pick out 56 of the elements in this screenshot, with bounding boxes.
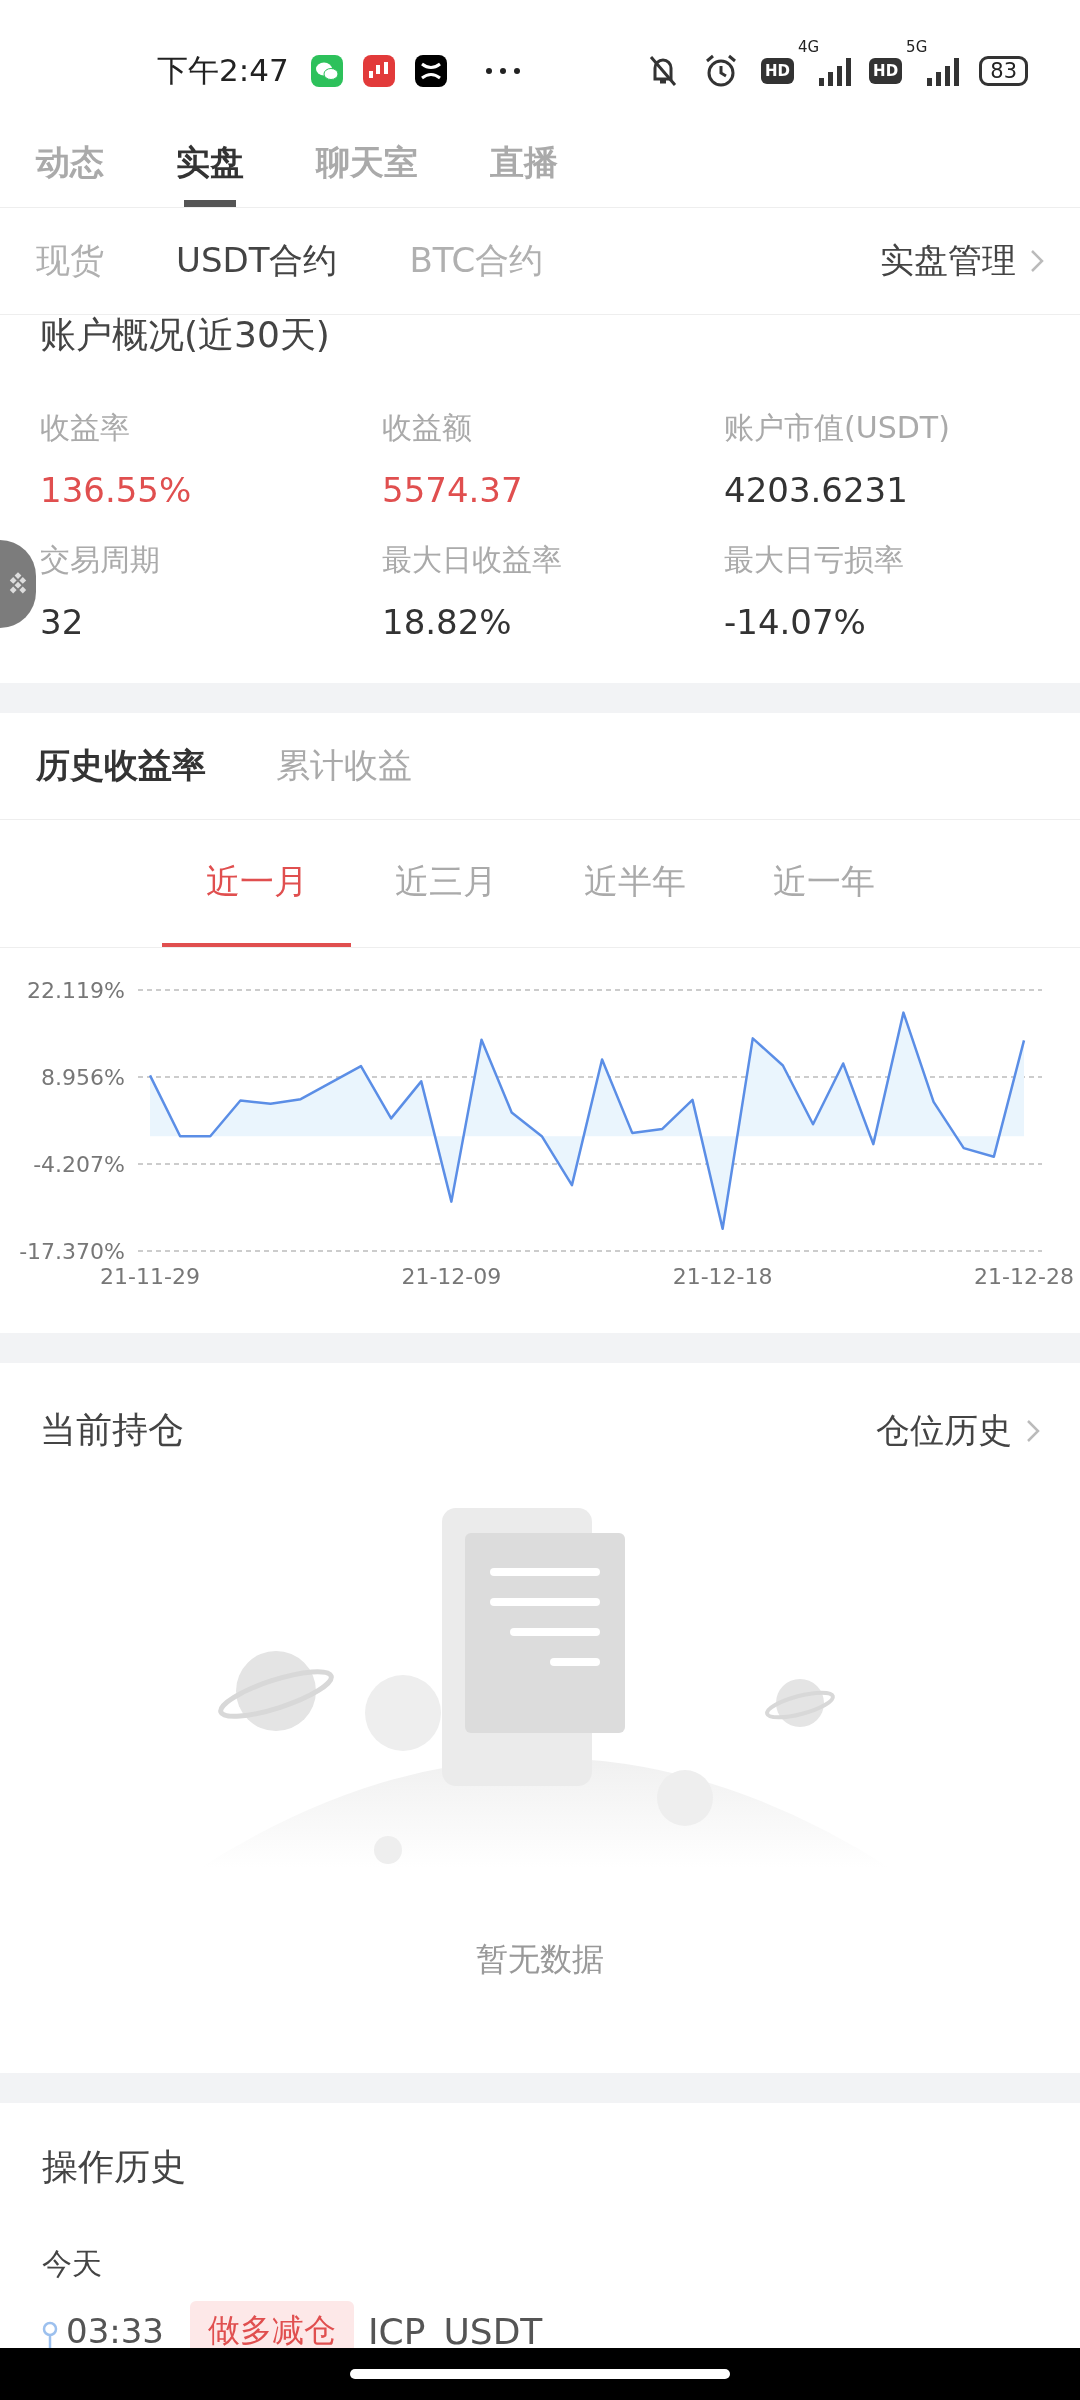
top-tab[interactable]: 直播	[490, 142, 558, 207]
axis-label: 21-12-18	[672, 1264, 773, 1289]
axis-label: 8.956%	[41, 1065, 125, 1090]
stat-value: 5574.37	[382, 469, 523, 512]
top-tab[interactable]: 聊天室	[316, 142, 418, 207]
stat-label: 收益率	[40, 409, 130, 447]
chevron-right-icon	[1030, 249, 1044, 273]
top-tab[interactable]: 动态	[36, 142, 104, 207]
stat-label: 最大日收益率	[382, 541, 562, 579]
network-type: 4G	[797, 38, 820, 56]
symbol-text: ICP_USDT	[368, 2310, 543, 2348]
period-tab[interactable]: 近半年	[540, 820, 729, 947]
axis-label: -17.370%	[19, 1239, 125, 1264]
battery-indicator: 83	[979, 56, 1028, 86]
axis-label: 22.119%	[27, 978, 125, 1003]
section-title: 当前持仓	[40, 1408, 184, 1452]
stat-label: 交易周期	[40, 541, 160, 579]
action-tag: 做多减仓	[190, 2301, 354, 2348]
stat-value: 4203.6231	[724, 469, 908, 512]
stat-label: 最大日亏损率	[724, 541, 904, 579]
hd-badge: HD	[869, 58, 903, 84]
chart-tab[interactable]: 历史收益率	[36, 743, 206, 789]
axis-label: 21-11-29	[100, 1264, 200, 1289]
top-tab[interactable]: 实盘	[176, 142, 244, 207]
stat-value: 136.55%	[40, 469, 192, 512]
stat-value: 18.82%	[382, 601, 512, 644]
stat-value: 32	[40, 601, 84, 644]
sub-tab[interactable]: BTC合约	[409, 238, 544, 284]
more-icon	[484, 67, 521, 75]
chat-app-icon	[310, 55, 343, 87]
hd-badge: HD	[760, 58, 794, 84]
chevron-right-icon	[1026, 1418, 1040, 1443]
stat-label: 账户市值(USDT)	[724, 409, 950, 447]
sub-tab[interactable]: USDT合约	[176, 238, 338, 284]
empty-state-text: 暂无数据	[476, 1939, 604, 1980]
network-type: 5G	[906, 38, 928, 56]
chart-tab[interactable]: 累计收益	[276, 743, 412, 789]
status-time: 下午2:47	[157, 51, 289, 90]
period-tab[interactable]: 近三月	[351, 820, 540, 947]
manage-link[interactable]: 实盘管理	[880, 238, 1044, 284]
timeline-dot-icon	[42, 2319, 58, 2348]
period-tab[interactable]: 近一年	[729, 820, 918, 947]
axis-label: 21-12-28	[974, 1264, 1074, 1289]
period-tab[interactable]: 近一月	[162, 820, 351, 947]
stat-label: 收益额	[382, 409, 472, 447]
sub-tab[interactable]: 现货	[36, 238, 104, 284]
chart-app-icon	[362, 55, 395, 87]
entry-time: 03:33	[66, 2311, 164, 2348]
x-app-icon	[414, 55, 447, 87]
section-title: 账户概况(近30天)	[40, 315, 331, 355]
axis-label: 21-12-09	[401, 1264, 502, 1289]
section-title: 操作历史	[42, 2145, 187, 2189]
day-label: 今天	[42, 2245, 103, 2283]
stat-value: -14.07%	[724, 601, 866, 644]
position-history-link[interactable]: 仓位历史	[876, 1407, 1040, 1454]
axis-label: -4.207%	[33, 1152, 125, 1177]
